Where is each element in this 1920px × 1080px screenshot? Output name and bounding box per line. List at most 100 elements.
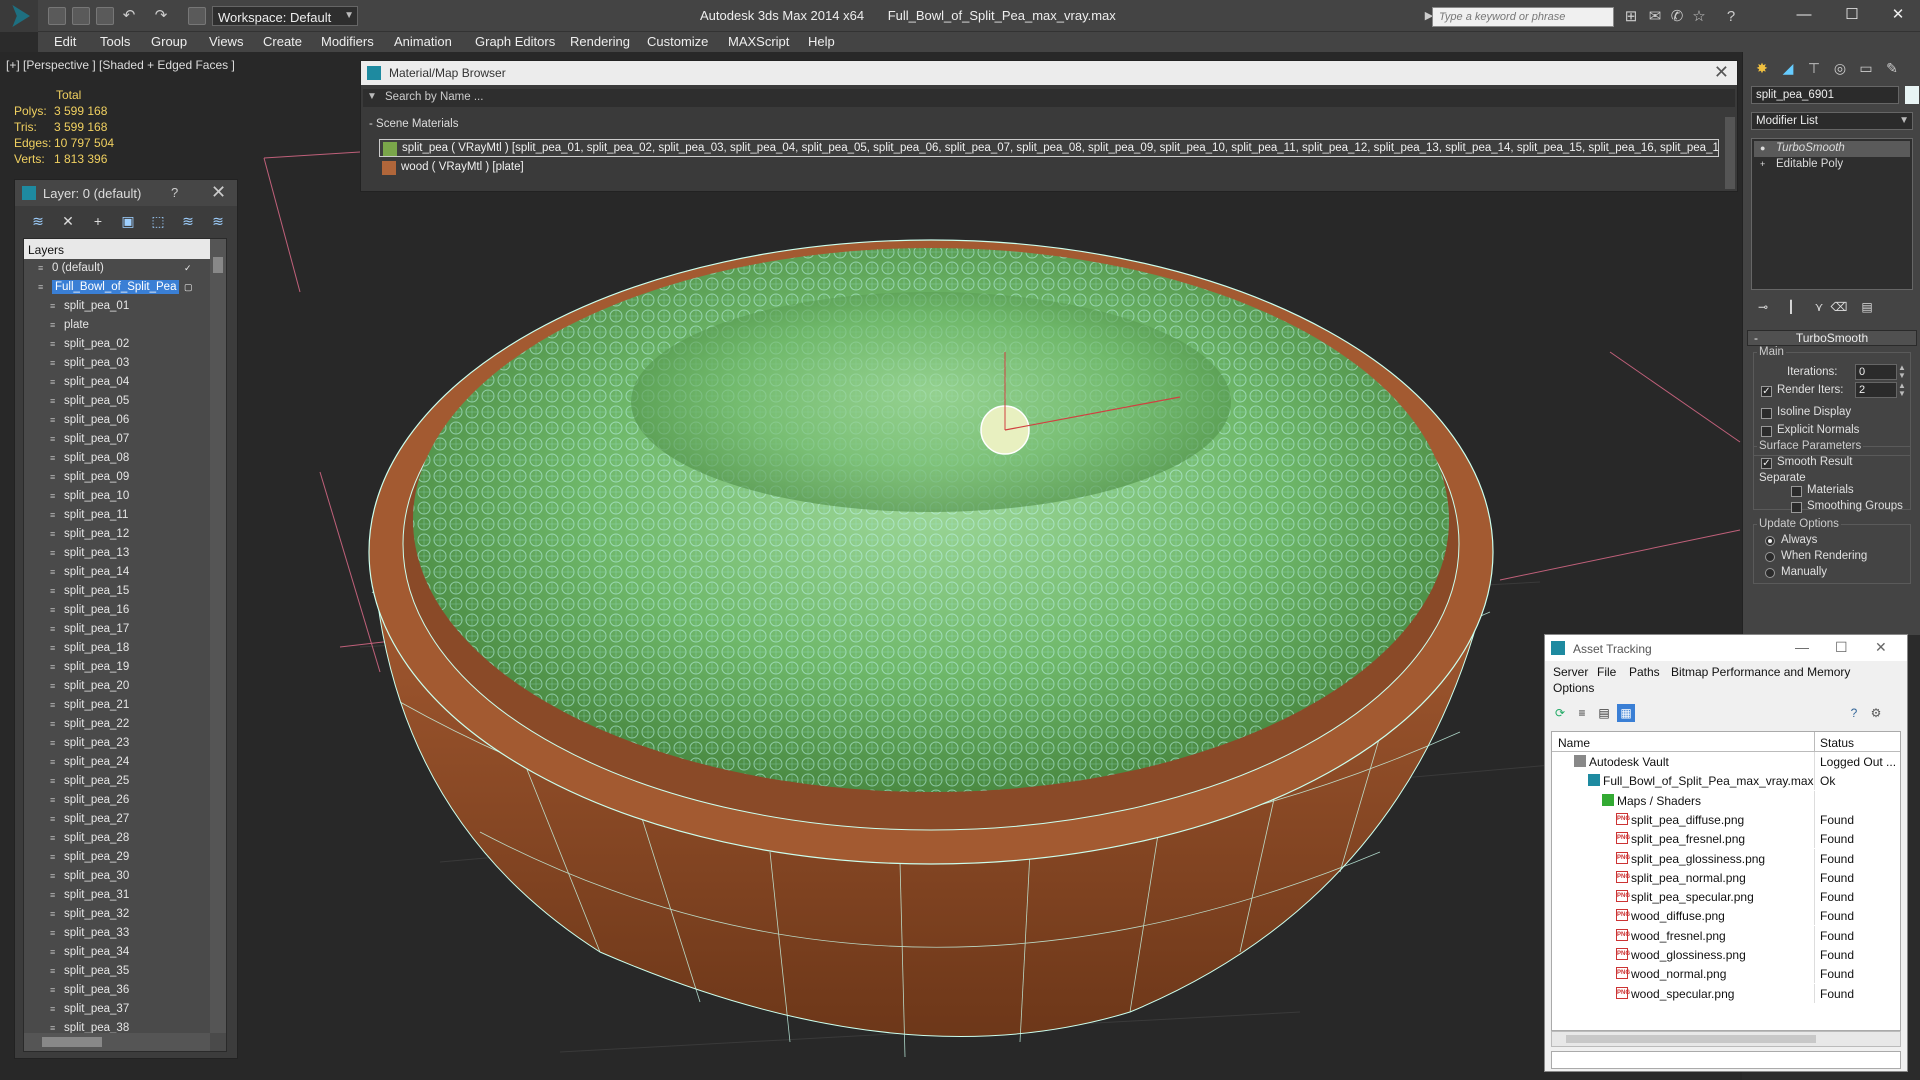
layer-object-item[interactable]: ≡ split_pea_13 [24, 544, 210, 563]
material-item-split-pea[interactable]: split_pea ( VRayMtl ) [split_pea_01, spl… [379, 139, 1719, 157]
asset-row[interactable]: PNG split_pea_fresnel.png Found [1552, 829, 1900, 849]
layer-object-item[interactable]: ≡ split_pea_19 [24, 658, 210, 677]
modifier-list-dropdown[interactable]: Modifier List ▼ [1751, 112, 1913, 130]
update-manually-radio[interactable] [1765, 568, 1775, 578]
render-iters-spinner[interactable]: 2 ▲ ▼ [1855, 382, 1906, 398]
layer-object-item[interactable]: ≡ split_pea_03 [24, 354, 210, 373]
scene-materials-section[interactable]: - Scene Materials [363, 117, 1735, 133]
subscription-icon[interactable]: ✉ [1646, 8, 1664, 26]
layer-object-item[interactable]: ≡ split_pea_20 [24, 677, 210, 696]
layer-object-item[interactable]: ≡ split_pea_07 [24, 430, 210, 449]
layer-item-default[interactable]: ≡ 0 (default) ✓ [24, 259, 210, 278]
maximize-button[interactable]: ☐ [1835, 639, 1848, 656]
workspace-dropdown[interactable]: Workspace: Default ▼ [212, 6, 358, 26]
isoline-display-checkbox[interactable] [1761, 408, 1772, 419]
asset-path-field[interactable] [1551, 1051, 1901, 1069]
asset-menu-server[interactable]: Server [1553, 665, 1588, 679]
smooth-result-checkbox[interactable]: ✓ [1761, 458, 1772, 469]
hierarchy-tab-icon[interactable]: ⊤ [1803, 58, 1825, 78]
asset-row[interactable]: Maps / Shaders [1552, 790, 1900, 810]
layer-object-item[interactable]: ≡ split_pea_14 [24, 563, 210, 582]
explicit-normals-checkbox[interactable] [1761, 426, 1772, 437]
asset-table[interactable]: Name Status Autodesk Vault Logged Out ...… [1551, 731, 1901, 1031]
layer-object-item[interactable]: ≡ split_pea_10 [24, 487, 210, 506]
layer-object-item[interactable]: ≡ split_pea_25 [24, 772, 210, 791]
modify-tab-icon[interactable]: ◢ [1777, 58, 1799, 78]
menu-tools[interactable]: Tools [100, 34, 130, 49]
asset-row[interactable]: PNG wood_diffuse.png Found [1552, 906, 1900, 926]
material-search-input[interactable]: ▼ Search by Name ... [363, 89, 1735, 107]
asset-horizontal-scrollbar[interactable] [1551, 1031, 1901, 1047]
asset-row[interactable]: PNG wood_normal.png Found [1552, 964, 1900, 984]
highlight-layer-icon[interactable]: ⬚ [149, 212, 167, 230]
maximize-button[interactable]: ☐ [1834, 4, 1870, 26]
configure-sets-icon[interactable]: ▤ [1857, 300, 1877, 318]
hide-layer-icon[interactable]: ≋ [179, 212, 197, 230]
utilities-tab-icon[interactable]: ✎ [1881, 58, 1903, 78]
open-file-icon[interactable] [72, 7, 90, 25]
asset-menu-options[interactable]: Options [1553, 681, 1594, 695]
column-name-header[interactable]: Name [1558, 736, 1590, 750]
asset-row[interactable]: Autodesk Vault Logged Out ... [1552, 752, 1900, 771]
asset-menu-bitmap-performance[interactable]: Bitmap Performance and Memory [1671, 665, 1850, 679]
layer-object-item[interactable]: ≡ split_pea_28 [24, 829, 210, 848]
layer-object-item[interactable]: ≡ split_pea_31 [24, 886, 210, 905]
layer-object-item[interactable]: ≡ split_pea_12 [24, 525, 210, 544]
layer-object-item[interactable]: ≡ plate [24, 316, 210, 335]
object-name-field[interactable]: split_pea_6901 [1751, 86, 1899, 104]
close-button[interactable]: ✕ [1875, 639, 1887, 656]
spinner-arrows-icon[interactable]: ▲ ▼ [1898, 382, 1908, 398]
save-file-icon[interactable] [96, 7, 114, 25]
freeze-layer-icon[interactable]: ≋ [209, 212, 227, 230]
make-unique-icon[interactable]: ⋎ [1809, 300, 1829, 318]
material-browser-titlebar[interactable]: Material/Map Browser ✕ [361, 61, 1737, 85]
close-window-button[interactable]: ✕ [1880, 4, 1916, 26]
object-color-swatch[interactable] [1905, 86, 1919, 104]
layer-object-item[interactable]: ≡ split_pea_11 [24, 506, 210, 525]
new-file-icon[interactable] [48, 7, 66, 25]
layer-object-item[interactable]: ≡ split_pea_30 [24, 867, 210, 886]
chevron-down-icon[interactable]: ▼ [367, 91, 377, 102]
layer-tree[interactable]: Layers ≡ 0 (default) ✓ ≡ Full_Bowl_of_Split_… [23, 238, 227, 1052]
layer-object-item[interactable]: ≡ split_pea_17 [24, 620, 210, 639]
layer-object-item[interactable]: ≡ split_pea_08 [24, 449, 210, 468]
binoculars-icon[interactable]: ⊞ [1622, 8, 1640, 26]
spinner-arrows-icon[interactable]: ▲ ▼ [1898, 364, 1908, 380]
asset-row[interactable]: PNG split_pea_normal.png Found [1552, 867, 1900, 887]
layer-item-full-bowl[interactable]: ≡ Full_Bowl_of_Split_Pea ▢ [24, 278, 210, 297]
asset-row[interactable]: Full_Bowl_of_Split_Pea_max_vray.max Ok [1552, 771, 1900, 791]
layer-object-item[interactable]: ≡ split_pea_26 [24, 791, 210, 810]
add-layer-icon[interactable]: + [89, 212, 107, 230]
favorites-star-icon[interactable]: ☆ [1690, 8, 1708, 26]
menu-maxscript[interactable]: MAXScript [728, 34, 789, 49]
close-icon[interactable]: ✕ [211, 182, 226, 203]
show-end-result-icon[interactable]: ┃ [1781, 300, 1801, 318]
asset-menu-paths[interactable]: Paths [1629, 665, 1660, 679]
layer-object-item[interactable]: ≡ split_pea_09 [24, 468, 210, 487]
layer-object-item[interactable]: ≡ split_pea_22 [24, 715, 210, 734]
set-current-layer-icon[interactable]: ▢ [184, 282, 194, 292]
project-folder-icon[interactable] [188, 7, 206, 25]
pin-stack-icon[interactable]: ⊸ [1753, 300, 1773, 318]
vault-help-icon[interactable]: ? [1845, 704, 1863, 722]
material-scrollbar[interactable] [1725, 117, 1735, 189]
refresh-icon[interactable]: ⟳ [1551, 704, 1569, 722]
layers-column-header[interactable]: Layers [24, 239, 210, 259]
detail-view-icon[interactable]: ▤ [1595, 704, 1613, 722]
column-status-header[interactable]: Status [1820, 736, 1854, 750]
layer-object-item[interactable]: ≡ split_pea_34 [24, 943, 210, 962]
layer-object-item[interactable]: ≡ split_pea_21 [24, 696, 210, 715]
layer-object-item[interactable]: ≡ split_pea_16 [24, 601, 210, 620]
help-icon[interactable]: ? [171, 185, 178, 200]
layer-object-item[interactable]: ≡ split_pea_32 [24, 905, 210, 924]
communication-center-icon[interactable]: ✆ [1668, 8, 1686, 26]
layer-vertical-scrollbar[interactable] [210, 239, 226, 1033]
delete-layer-icon[interactable]: ✕ [59, 212, 77, 230]
turbosmooth-rollout-header[interactable]: - TurboSmooth [1747, 330, 1917, 346]
layer-horizontal-scrollbar[interactable] [24, 1033, 210, 1051]
table-view-icon[interactable]: ▦ [1617, 704, 1635, 722]
layer-object-item[interactable]: ≡ split_pea_24 [24, 753, 210, 772]
minimize-button[interactable]: — [1786, 4, 1822, 26]
light-bulb-icon[interactable]: ● [1760, 144, 1769, 153]
asset-row[interactable]: PNG wood_specular.png Found [1552, 983, 1900, 1003]
